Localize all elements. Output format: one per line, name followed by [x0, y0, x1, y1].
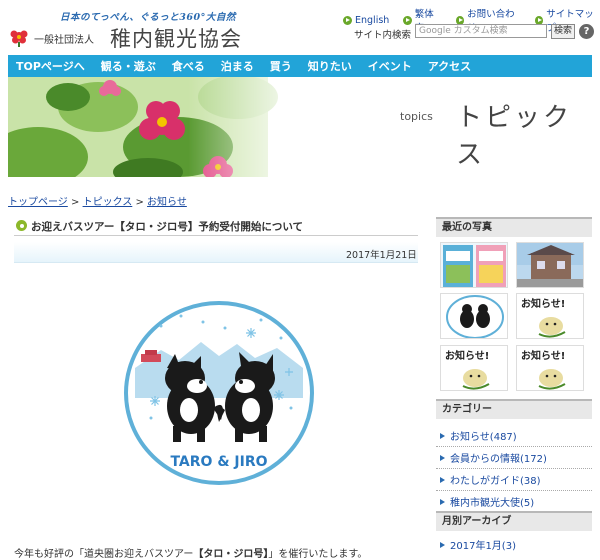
- category-heading: カテゴリー: [436, 399, 592, 419]
- category-item[interactable]: お知らせ(487): [436, 425, 592, 447]
- arrow-right-icon: [440, 454, 445, 461]
- help-icon[interactable]: ?: [579, 24, 594, 39]
- rose-logo-icon[interactable]: [9, 27, 29, 47]
- category-label[interactable]: わたしがガイド(38): [450, 472, 541, 487]
- breadcrumb-separator: >: [135, 197, 144, 208]
- article-body-strong: 【タロ・ジロ号】: [193, 549, 269, 560]
- nav-item-top[interactable]: TOPページへ: [8, 58, 93, 74]
- recent-photo-thumb-5[interactable]: お知らせ!: [440, 345, 508, 391]
- article-body-text: 今年も好評の「道央圏お迎えバスツアー【タロ・ジロ号】」を催行いたします。: [14, 545, 367, 560]
- category-label[interactable]: 会員からの情報(172): [450, 450, 547, 465]
- search-button[interactable]: 検索: [551, 24, 575, 39]
- breadcrumb-separator: >: [71, 197, 80, 208]
- nav-item-stay[interactable]: 泊まる: [213, 58, 262, 74]
- taro-jiro-logo-image: TARO & JIRO: [124, 301, 314, 485]
- nav-item-events[interactable]: イベント: [360, 58, 420, 74]
- category-item[interactable]: わたしがガイド(38): [436, 469, 592, 491]
- breadcrumb-news[interactable]: お知らせ: [147, 197, 187, 208]
- recent-photos-heading: 最近の写真: [436, 217, 592, 237]
- article-date: 2017年1月21日: [346, 250, 417, 261]
- svg-text:お知らせ!: お知らせ!: [445, 349, 489, 362]
- svg-text:お知らせ!: お知らせ!: [521, 297, 565, 310]
- seal-mascot-thumbnail-image: お知らせ!: [445, 349, 490, 390]
- breadcrumb-home[interactable]: トップページ: [8, 197, 68, 208]
- breadcrumb-topics[interactable]: トピックス: [83, 197, 133, 208]
- nav-item-info[interactable]: 知りたい: [300, 58, 360, 74]
- recent-photo-thumb-4[interactable]: お知らせ!: [516, 293, 584, 339]
- article-title: お迎えバスツアー【タロ・ジロ号】予約受付開始について: [31, 221, 304, 233]
- arrow-right-icon: [440, 498, 445, 505]
- taro-jiro-logo-text: TARO & JIRO: [170, 454, 267, 470]
- site-logo-text[interactable]: 稚内観光協会: [110, 23, 242, 53]
- search-input[interactable]: Google カスタム検索: [415, 24, 547, 38]
- breadcrumb: トップページ > トピックス > お知らせ: [8, 193, 187, 208]
- banner-subtitle: topics: [400, 110, 433, 123]
- archive-label[interactable]: 2017年1月(3): [450, 537, 516, 552]
- recent-photo-thumb-1[interactable]: [440, 242, 508, 288]
- archive-heading: 月別アーカイブ: [436, 511, 592, 531]
- global-nav: TOPページへ 観る・遊ぶ 食べる 泊まる 買う 知りたい イベント アクセス: [8, 55, 592, 77]
- taro-jiro-thumbnail-image: [446, 295, 504, 338]
- site-tagline: 日本のてっぺん、ぐるっと360°大自然: [60, 12, 236, 23]
- util-link-label[interactable]: English: [355, 15, 389, 26]
- search-label: サイト内検索: [354, 30, 412, 41]
- arrow-bullet-icon: [343, 15, 352, 25]
- seal-mascot-thumbnail-image: お知らせ!: [521, 297, 566, 338]
- recent-photo-thumb-6[interactable]: お知らせ!: [516, 345, 584, 391]
- nav-item-access[interactable]: アクセス: [420, 58, 479, 74]
- brochure-thumbnail-image: [443, 245, 506, 287]
- org-type: 一般社団法人: [34, 35, 94, 46]
- recent-photo-thumb-2[interactable]: [516, 242, 584, 288]
- recent-photo-thumb-3[interactable]: [440, 293, 508, 339]
- arrow-right-icon: [440, 476, 445, 483]
- nav-item-see-play[interactable]: 観る・遊ぶ: [93, 58, 164, 74]
- nav-item-buy[interactable]: 買う: [262, 58, 300, 74]
- nav-item-eat[interactable]: 食べる: [164, 58, 213, 74]
- category-label[interactable]: お知らせ(487): [450, 428, 517, 443]
- article-body-end: 」を催行いたします。: [268, 549, 368, 560]
- page-title: トピックス: [456, 103, 573, 170]
- category-item[interactable]: 会員からの情報(172): [436, 447, 592, 469]
- article-body-start: 今年も好評の「道央圏お迎えバスツアー: [14, 549, 194, 560]
- category-list: お知らせ(487) 会員からの情報(172) わたしがガイド(38) 稚内市観光…: [436, 425, 592, 513]
- arrow-right-icon: [440, 541, 445, 548]
- seal-mascot-thumbnail-image: お知らせ!: [521, 349, 566, 390]
- category-item[interactable]: 稚内市観光大使(5): [436, 491, 592, 513]
- svg-text:お知らせ!: お知らせ!: [521, 349, 565, 362]
- archive-item[interactable]: 2017年1月(3): [436, 537, 592, 552]
- building-thumbnail-image: [517, 243, 583, 287]
- category-label[interactable]: 稚内市観光大使(5): [450, 494, 534, 509]
- arrow-right-icon: [440, 432, 445, 439]
- arrow-bullet-icon: [403, 15, 412, 25]
- title-bullet-icon-center: [19, 223, 24, 228]
